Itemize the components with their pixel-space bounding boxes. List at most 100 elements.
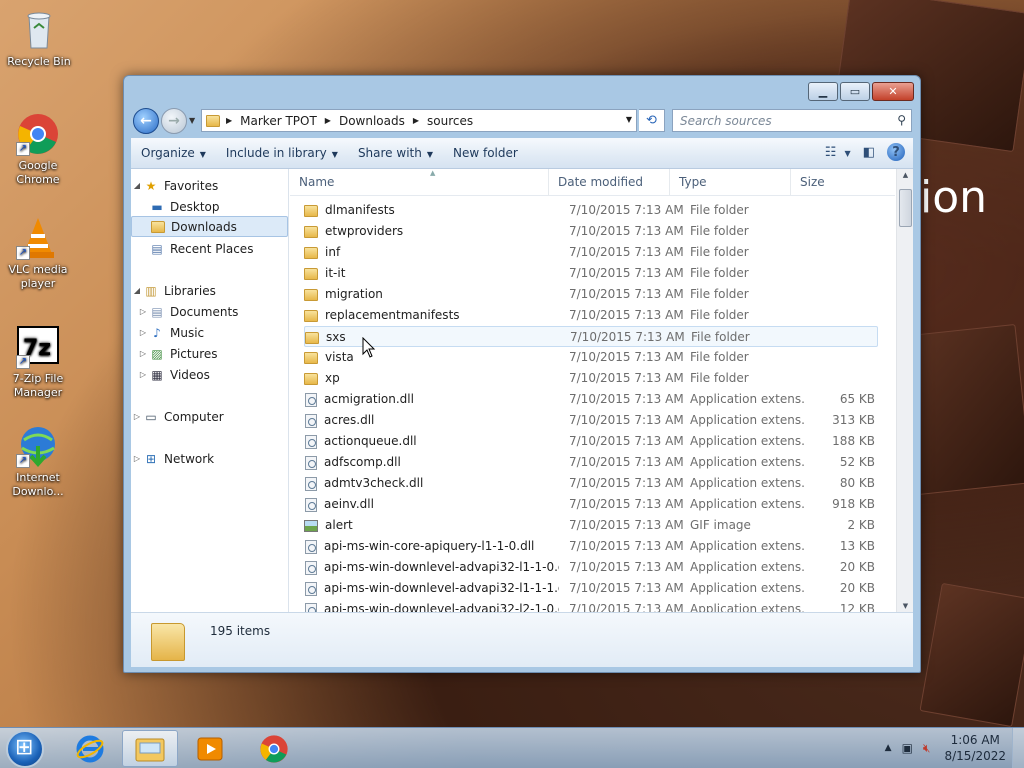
file-row[interactable]: acres.dll 7/10/2015 7:13 AM Application ex… xyxy=(304,410,878,431)
minimize-button[interactable]: ▁ xyxy=(808,82,838,101)
nav-computer[interactable]: ▷ ▭ Computer xyxy=(131,406,288,427)
taskbar-app-ie[interactable] xyxy=(62,730,118,767)
file-row[interactable]: actionqueue.dll 7/10/2015 7:13 AM Applicat… xyxy=(304,431,878,452)
address-bar[interactable]: ▶ Marker TPOT ▶ Downloads ▶ sources ▼ xyxy=(201,109,637,132)
preview-pane-icon[interactable]: ◧ xyxy=(863,145,875,160)
scroll-thumb[interactable] xyxy=(899,189,912,227)
column-header-name[interactable]: Name ▲ xyxy=(290,169,549,196)
new-folder-button[interactable]: New folder xyxy=(443,146,528,160)
recent-pages-dropdown[interactable]: ▼ xyxy=(189,116,195,125)
scroll-down-icon[interactable]: ▼ xyxy=(897,602,913,610)
desktop-icon-chrome[interactable]: ↗ Google Chrome xyxy=(3,112,73,187)
forward-button[interactable]: → xyxy=(161,108,187,134)
file-row[interactable]: vista 7/10/2015 7:13 AM File folder xyxy=(304,347,878,368)
breadcrumb-item[interactable]: sources xyxy=(427,114,473,128)
file-row[interactable]: inf 7/10/2015 7:13 AM File folder xyxy=(304,242,878,263)
file-row[interactable]: dlmanifests 7/10/2015 7:13 AM File folder xyxy=(304,200,878,221)
expand-icon[interactable]: ▷ xyxy=(131,412,143,421)
desktop-icon-recycle-bin[interactable]: Recycle Bin xyxy=(4,8,74,69)
column-header-type[interactable]: Type xyxy=(670,169,791,196)
file-row[interactable]: adfscomp.dll 7/10/2015 7:13 AM Application… xyxy=(304,452,878,473)
desktop-icon-idm[interactable]: ↗ Internet Downlo... xyxy=(3,424,73,499)
file-row[interactable]: admtv3check.dll 7/10/2015 7:13 AM Applicat… xyxy=(304,473,878,494)
nav-network[interactable]: ▷ ⊞ Network xyxy=(131,448,288,469)
nav-music[interactable]: ▷ ♪ Music xyxy=(131,322,288,343)
chevron-right-icon[interactable]: ▶ xyxy=(325,116,331,125)
nav-documents[interactable]: ▷ ▤ Documents xyxy=(131,301,288,322)
chevron-right-icon[interactable]: ▶ xyxy=(226,116,232,125)
include-in-library-button[interactable]: Include in library ▼ xyxy=(216,146,348,160)
expand-icon[interactable]: ▷ xyxy=(131,454,143,463)
file-date-cell: 7/10/2015 7:13 AM xyxy=(569,560,684,574)
folder-icon xyxy=(304,204,318,217)
organize-button[interactable]: Organize ▼ xyxy=(131,146,216,160)
expand-icon[interactable]: ▷ xyxy=(137,349,149,358)
chevron-right-icon[interactable]: ▶ xyxy=(413,116,419,125)
file-row[interactable]: api-ms-win-downlevel-advapi32-l2-1-0.dll… xyxy=(304,599,878,612)
file-row[interactable]: acmigration.dll 7/10/2015 7:13 AM Applicat… xyxy=(304,389,878,410)
desktop-icon-vlc[interactable]: ↗ VLC media player xyxy=(3,216,73,291)
view-options-icon[interactable]: ☷ ▼ xyxy=(825,145,851,160)
desktop-icon-7zip[interactable]: 7z ↗ 7-Zip File Manager xyxy=(3,325,73,400)
maximize-button[interactable]: ▭ xyxy=(840,82,870,101)
file-row[interactable]: etwproviders 7/10/2015 7:13 AM File folder xyxy=(304,221,878,242)
taskbar-app-explorer[interactable] xyxy=(122,730,178,767)
nav-libraries[interactable]: ◢ ▥ Libraries xyxy=(131,280,288,301)
file-row[interactable]: migration 7/10/2015 7:13 AM File folder xyxy=(304,284,878,305)
expand-icon[interactable]: ◢ xyxy=(131,181,143,190)
address-dropdown-icon[interactable]: ▼ xyxy=(626,115,632,124)
file-size-cell xyxy=(811,284,875,305)
network-status-icon[interactable]: ▣ xyxy=(902,741,913,755)
file-size-cell: 52 KB xyxy=(839,455,875,469)
expand-icon[interactable]: ▷ xyxy=(137,307,149,316)
dll-file-icon xyxy=(305,497,317,512)
help-icon[interactable]: ? xyxy=(887,143,905,161)
nav-videos[interactable]: ▷ ▦ Videos xyxy=(131,364,288,385)
taskbar-app-chrome[interactable] xyxy=(246,730,302,767)
file-size-cell: 20 KB xyxy=(839,581,875,595)
clock[interactable]: 1:06 AM 8/15/2022 xyxy=(944,732,1006,764)
column-header-size[interactable]: Size xyxy=(791,169,883,196)
show-desktop-button[interactable] xyxy=(1012,728,1024,768)
expand-icon[interactable]: ▷ xyxy=(137,370,149,379)
volume-muted-icon[interactable]: 🔇︎ xyxy=(923,741,931,756)
file-type-cell: File folder xyxy=(690,350,749,364)
file-size-cell: 2 KB xyxy=(847,518,875,532)
start-button[interactable] xyxy=(6,730,44,768)
close-button[interactable]: ✕ xyxy=(872,82,914,101)
share-with-button[interactable]: Share with ▼ xyxy=(348,146,443,160)
chevron-down-icon[interactable]: ▼ xyxy=(845,149,851,158)
refresh-button[interactable]: ⟲ xyxy=(639,109,665,132)
file-row[interactable]: api-ms-win-downlevel-advapi32-l1-1-0.dll… xyxy=(304,557,878,578)
nav-favorites[interactable]: ◢ ★ Favorites xyxy=(131,175,288,196)
expand-icon[interactable]: ▷ xyxy=(137,328,149,337)
title-bar[interactable]: ▁ ▭ ✕ xyxy=(124,76,920,106)
file-row[interactable]: api-ms-win-core-apiquery-l1-1-0.dll 7/10/… xyxy=(304,536,878,557)
nav-downloads[interactable]: Downloads xyxy=(131,216,288,237)
nav-recent-places[interactable]: ▤ Recent Places xyxy=(131,238,288,259)
expand-icon[interactable]: ◢ xyxy=(131,286,143,295)
vertical-scrollbar[interactable]: ▲ ▼ xyxy=(896,169,913,612)
breadcrumb-item[interactable]: Downloads xyxy=(339,114,405,128)
nav-desktop[interactable]: ▬ Desktop xyxy=(131,196,288,217)
search-input[interactable]: Search sources ⚲ xyxy=(672,109,912,132)
breadcrumb-item[interactable]: Marker TPOT xyxy=(240,114,317,128)
file-row[interactable]: replacementmanifests 7/10/2015 7:13 AM Fil… xyxy=(304,305,878,326)
search-icon[interactable]: ⚲ xyxy=(897,113,906,127)
file-row[interactable]: api-ms-win-downlevel-advapi32-l1-1-1.dll… xyxy=(304,578,878,599)
show-hidden-icons-button[interactable]: ▲ xyxy=(885,743,892,753)
file-list[interactable]: Name ▲ Date modified Type Size dlmanifest… xyxy=(290,169,913,612)
taskbar-app-media-center[interactable] xyxy=(182,730,238,767)
nav-pictures[interactable]: ▷ ▨ Pictures xyxy=(131,343,288,364)
file-row[interactable]: it-it 7/10/2015 7:13 AM File folder xyxy=(304,263,878,284)
file-name-cell: dlmanifests xyxy=(304,200,559,221)
file-row[interactable]: alert 7/10/2015 7:13 AM GIF image 2 KB xyxy=(304,515,878,536)
navigation-pane[interactable]: ◢ ★ Favorites ▬ Desktop Downloads ▤ Recent P… xyxy=(131,169,289,612)
column-header-date[interactable]: Date modified xyxy=(549,169,670,196)
explorer-window[interactable]: ▁ ▭ ✕ ← → ▼ ▶ Marker TPOT ▶ Downloads ▶ … xyxy=(123,75,921,673)
scroll-up-icon[interactable]: ▲ xyxy=(897,171,913,179)
back-button[interactable]: ← xyxy=(133,108,159,134)
file-row[interactable]: aeinv.dll 7/10/2015 7:13 AM Application ex… xyxy=(304,494,878,515)
file-row[interactable]: xp 7/10/2015 7:13 AM File folder xyxy=(304,368,878,389)
file-row[interactable]: sxs 7/10/2015 7:13 AM File folder xyxy=(304,326,878,347)
